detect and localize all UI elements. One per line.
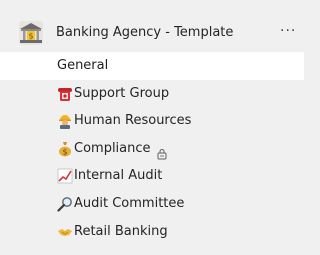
channel-label: Compliance [74,141,151,156]
channel-human-resources[interactable]: Human Resources [0,107,304,135]
team-header[interactable]: $ Banking Agency - Template ··· [0,18,304,48]
channel-audit-committee[interactable]: Audit Committee [0,190,304,218]
handshake-icon [57,224,73,240]
channel-compliance[interactable]: $ Compliance [0,135,304,163]
magnifying-glass-icon [57,196,73,212]
construction-worker-icon [57,113,73,129]
channel-label: Internal Audit [74,168,163,183]
channel-support-group[interactable]: Support Group [0,80,304,108]
channel-internal-audit[interactable]: Internal Audit [0,162,304,190]
channel-label: Support Group [74,86,170,101]
chart-increasing-icon [57,168,73,184]
more-options-button[interactable]: ··· [280,22,296,40]
money-bag-icon: $ [57,141,73,157]
channel-label: Human Resources [74,113,192,128]
channel-label: General [57,58,109,73]
svg-text:$: $ [62,148,67,157]
telephone-icon [57,86,73,102]
channel-label: Retail Banking [74,224,168,239]
channel-label: Audit Committee [74,196,185,211]
channel-general[interactable]: General [0,52,304,80]
lock-icon [156,143,168,160]
svg-text:$: $ [28,32,33,41]
team-name: Banking Agency - Template [56,25,234,40]
bank-building-icon: $ [19,21,43,45]
channel-retail-banking[interactable]: Retail Banking [0,218,304,246]
